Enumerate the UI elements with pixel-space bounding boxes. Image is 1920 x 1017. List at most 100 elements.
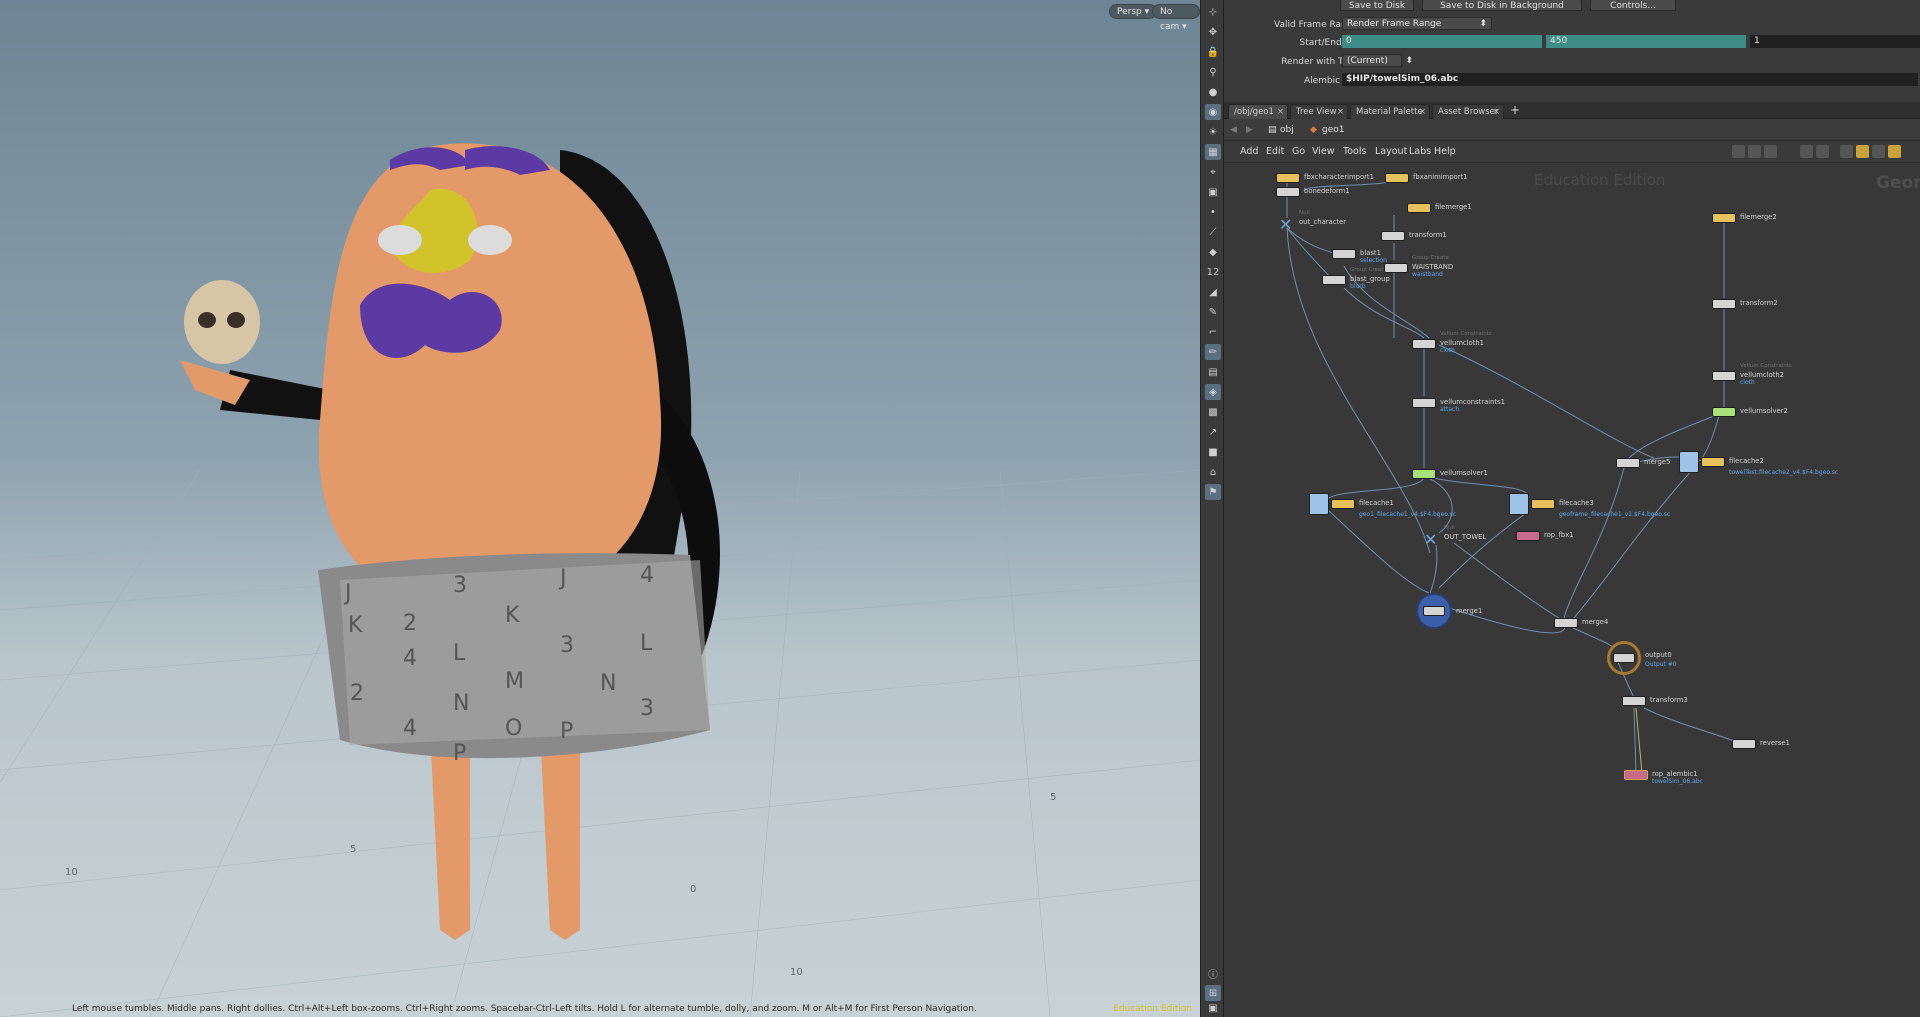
camera-icon[interactable]: ⌂ (1205, 464, 1221, 480)
node-body (1322, 275, 1346, 285)
start-frame-field[interactable]: 0 (1342, 35, 1542, 48)
node-label: rop_fbx1 (1544, 531, 1574, 539)
box-icon[interactable]: ■ (1205, 444, 1221, 460)
node-label: out_character (1299, 218, 1347, 226)
menu-layout[interactable]: Layout (1375, 146, 1407, 157)
node-body (1423, 606, 1445, 616)
node-sublabel: Output #0 (1645, 661, 1677, 668)
fill-icon[interactable]: ◢ (1205, 284, 1221, 300)
expand-icon[interactable]: ▣ (1205, 1000, 1221, 1016)
network-editor[interactable]: Education Edition Geom (1224, 163, 1920, 1017)
towel-letter: 4 (403, 716, 417, 741)
forward-arrow-icon[interactable]: ▶ (1246, 123, 1253, 137)
menu-view[interactable]: View (1312, 146, 1335, 157)
node-type-label: Group Create (1412, 255, 1449, 261)
path-obj[interactable]: obj (1280, 123, 1294, 137)
menu-help[interactable]: Help (1434, 146, 1456, 157)
info-icon[interactable]: ⓘ (1205, 965, 1221, 981)
snap-icon[interactable]: ⌖ (1205, 164, 1221, 180)
add-tab-icon[interactable]: + (1510, 103, 1520, 117)
list-icon[interactable] (1764, 145, 1777, 158)
towel-letter: K (505, 603, 520, 628)
pose-icon[interactable]: ⚲ (1205, 64, 1221, 80)
path-geo[interactable]: geo1 (1322, 123, 1344, 137)
object-mode-icon[interactable]: ▣ (1205, 184, 1221, 200)
tree-icon[interactable] (1748, 145, 1761, 158)
take-dropdown[interactable]: (Current) ⬍ (1342, 54, 1413, 67)
node-label: fbxcharacterimport1 (1304, 173, 1374, 181)
location-icon[interactable]: ⚑ (1205, 484, 1221, 500)
menu-labs[interactable]: Labs (1409, 146, 1431, 157)
paint-icon[interactable]: ✎ (1205, 304, 1221, 320)
camera-menu[interactable]: No cam ▾ (1152, 4, 1200, 32)
controls-button[interactable]: Controls... (1590, 0, 1676, 11)
node-body (1331, 499, 1355, 509)
wireframe-icon[interactable]: ◈ (1205, 384, 1221, 400)
measure-icon[interactable]: ↗ (1205, 424, 1221, 440)
sphere-icon[interactable]: ● (1205, 84, 1221, 100)
scene-viewport[interactable]: J 3 J 4 K 2 K L 3 L 4 M N 2 N 3 O P 4 P … (0, 0, 1200, 1017)
menu-go[interactable]: Go (1292, 146, 1305, 157)
valid-frame-dropdown[interactable]: Render Frame Range ⬍ (1342, 17, 1492, 30)
grid-view-icon[interactable] (1800, 145, 1813, 158)
node-body (1407, 203, 1431, 213)
view-tool-icon[interactable]: ◉ (1205, 104, 1221, 120)
table-view-icon[interactable] (1816, 145, 1829, 158)
layout-icon[interactable]: ⊞ (1205, 985, 1221, 1001)
node-sublabel: geoframe_filecache1_v1.$F4.bgeo.sc (1559, 511, 1671, 518)
pencil-icon[interactable]: ✏ (1205, 344, 1221, 360)
node-body (1712, 213, 1736, 223)
node-label: vellumcloth2 (1740, 371, 1784, 379)
notes-icon[interactable] (1856, 145, 1869, 158)
node-body (1276, 187, 1300, 197)
node-type-label: Vellum Constraints (1740, 363, 1792, 369)
pane-tabs: /obj/geo1 × Tree View × Material Palette × … (1224, 102, 1920, 119)
display-options-icon[interactable]: ▦ (1205, 144, 1221, 160)
snapshot-icon[interactable] (1840, 145, 1853, 158)
grid-icon[interactable]: ▤ (1205, 364, 1221, 380)
close-icon[interactable]: × (1337, 105, 1344, 120)
menu-add[interactable]: Add (1240, 146, 1258, 157)
bookmark-icon[interactable] (1888, 145, 1901, 158)
edge-mode-icon[interactable]: ⟋ (1205, 224, 1221, 240)
handle-tool-icon[interactable]: ✥ (1205, 24, 1221, 40)
grid-label: 5 (350, 844, 356, 855)
save-to-disk-background-button[interactable]: Save to Disk in Background (1422, 0, 1582, 11)
tab-asset-browser[interactable]: Asset Browser × (1432, 104, 1504, 119)
menu-edit[interactable]: Edit (1266, 146, 1284, 157)
node-label: WAISTBAND (1412, 263, 1454, 271)
save-to-disk-button[interactable]: Save to Disk (1340, 0, 1414, 11)
node-label: transform1 (1409, 231, 1447, 239)
lock-icon[interactable]: 🔒 (1205, 44, 1221, 60)
cache-icon (1679, 451, 1699, 473)
towel-letter: N (453, 691, 469, 716)
tab-tree-view[interactable]: Tree View × (1290, 104, 1348, 119)
light-icon[interactable]: ☀ (1205, 124, 1221, 140)
shaded-icon[interactable]: ▩ (1205, 404, 1221, 420)
node-wires (1286, 177, 1735, 774)
point-mode-icon[interactable]: • (1205, 204, 1221, 220)
node-label: vellumcloth1 (1440, 339, 1484, 347)
select-tool-icon[interactable]: ⊹ (1205, 4, 1221, 20)
close-icon[interactable]: × (1277, 105, 1284, 120)
alembic-file-field[interactable]: $HIP/towelSim_06.abc (1342, 73, 1918, 86)
increment-field[interactable]: 1 (1750, 35, 1920, 48)
number-icon[interactable]: 12 (1205, 264, 1221, 280)
tab-network[interactable]: /obj/geo1 × (1228, 104, 1288, 119)
back-arrow-icon[interactable]: ◀ (1230, 123, 1237, 137)
valid-frame-value: Render Frame Range (1347, 19, 1442, 29)
image-icon[interactable] (1872, 145, 1885, 158)
node-label: transform3 (1650, 696, 1688, 704)
wrench-icon[interactable] (1732, 145, 1745, 158)
end-frame-field[interactable]: 450 (1546, 35, 1746, 48)
node-label: filemerge1 (1435, 203, 1472, 211)
close-icon[interactable]: × (1419, 105, 1426, 120)
menu-tools[interactable]: Tools (1343, 146, 1366, 157)
close-icon[interactable]: × (1493, 105, 1500, 120)
towel-letter: L (640, 631, 653, 656)
ruler-icon[interactable]: ⌐ (1205, 324, 1221, 340)
tab-material-palette[interactable]: Material Palette × (1350, 104, 1430, 119)
primitive-mode-icon[interactable]: ◆ (1205, 244, 1221, 260)
node-label: merge1 (1456, 607, 1483, 615)
perspective-menu[interactable]: Persp ▾ (1109, 4, 1158, 19)
